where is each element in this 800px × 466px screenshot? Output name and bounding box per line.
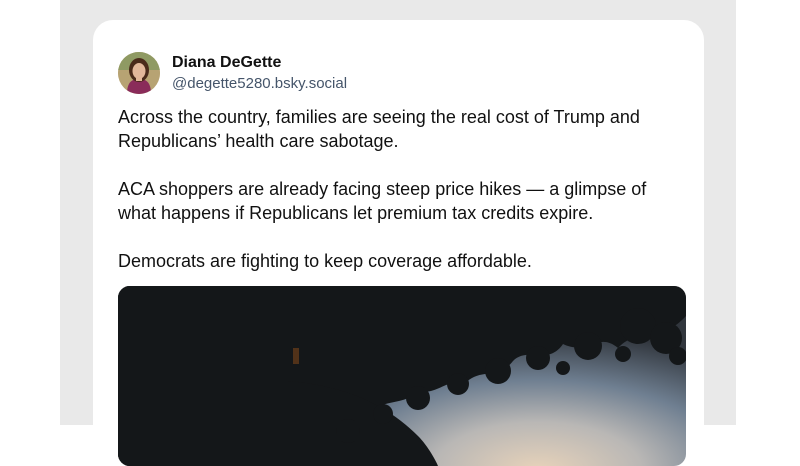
avatar-image	[118, 52, 160, 94]
author-display-name[interactable]: Diana DeGette	[172, 52, 347, 74]
tree-silhouette-image	[118, 286, 686, 466]
author-names: Diana DeGette @degette5280.bsky.social	[172, 52, 347, 94]
post-text: Across the country, families are seeing …	[118, 105, 678, 297]
author-handle[interactable]: @degette5280.bsky.social	[172, 74, 347, 94]
post-card[interactable]: Diana DeGette @degette5280.bsky.social A…	[93, 20, 704, 466]
post-image[interactable]	[118, 286, 686, 466]
post-paragraph: Across the country, families are seeing …	[118, 107, 640, 151]
post-paragraph: Democrats are fighting to keep coverage …	[118, 251, 532, 271]
avatar[interactable]	[118, 52, 160, 94]
post-author[interactable]: Diana DeGette @degette5280.bsky.social	[118, 52, 347, 94]
post-paragraph: ACA shoppers are already facing steep pr…	[118, 179, 647, 223]
